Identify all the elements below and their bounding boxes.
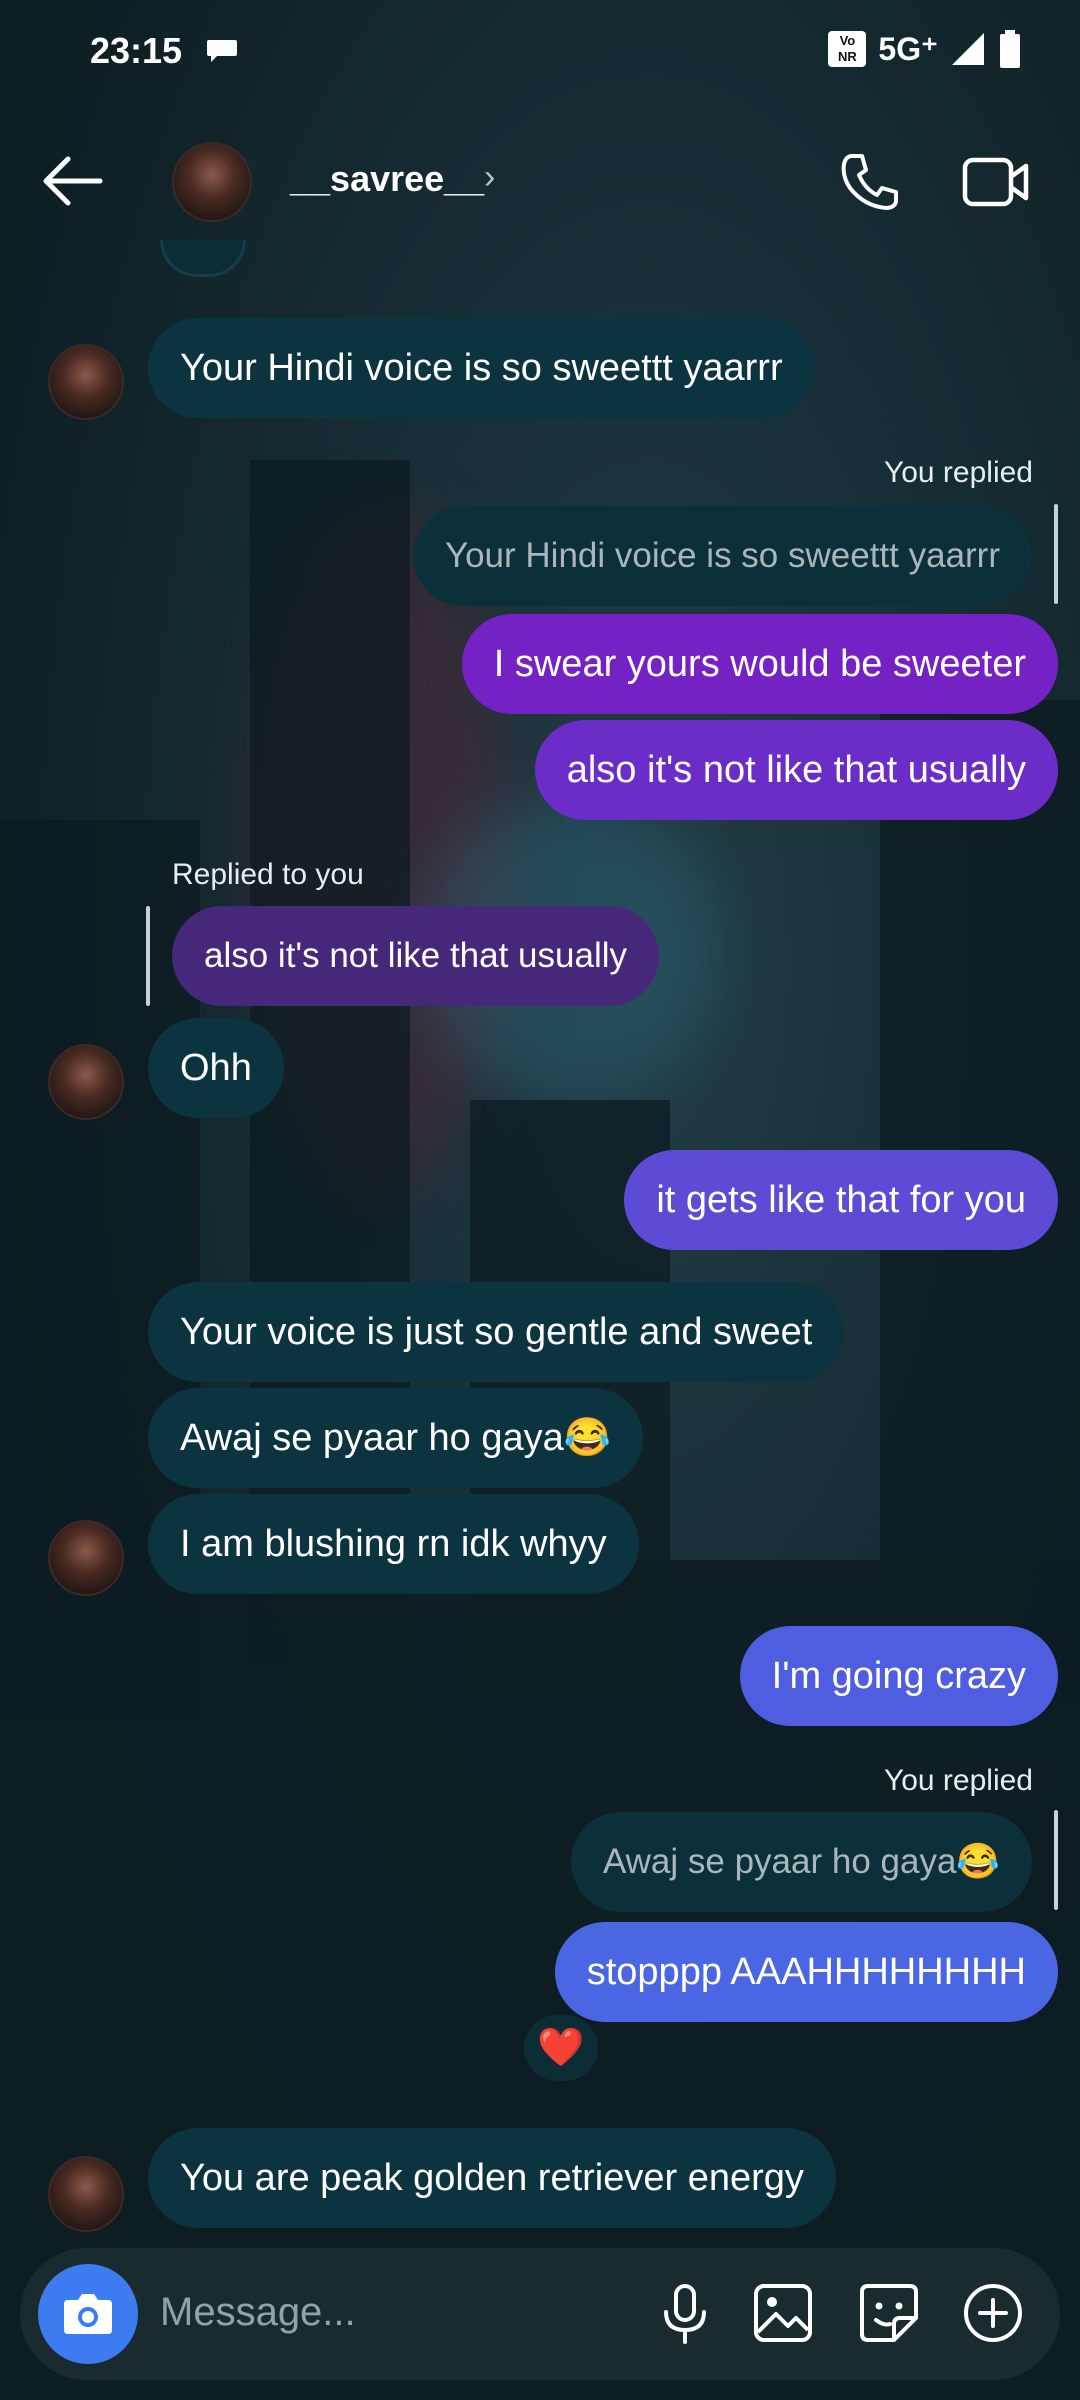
quote-bar (1054, 1810, 1058, 1910)
quote-bar (1054, 504, 1058, 604)
reply-context-label: You replied (883, 456, 1033, 489)
reply-context-label: Replied to you (172, 858, 364, 891)
plus-circle-icon[interactable] (958, 2278, 1028, 2348)
outgoing-message[interactable]: I swear yours would be sweeter (461, 614, 1058, 714)
heart-reaction[interactable]: ❤️ (524, 2015, 598, 2081)
vonr-badge: Vo NR (828, 31, 867, 67)
chat-header: __savree__ › (0, 106, 1080, 256)
camera-button[interactable] (38, 2264, 138, 2364)
chevron-right-icon[interactable]: › (484, 158, 495, 197)
sticker-icon[interactable] (854, 2278, 924, 2348)
outgoing-message[interactable]: stopppp AAAHHHHHHHH (554, 1922, 1058, 2022)
incoming-message[interactable]: I am blushing rn idk whyy (148, 1494, 639, 1594)
header-avatar[interactable] (172, 142, 252, 222)
quoted-message[interactable]: also it's not like that usually (172, 906, 660, 1006)
incoming-message[interactable]: Your Hindi voice is so sweettt yaarrr (148, 318, 815, 418)
message-input[interactable]: Message... (160, 2290, 356, 2335)
quoted-message[interactable]: Awaj se pyaar ho gaya😂 (570, 1812, 1032, 1912)
signal-icon (952, 33, 984, 65)
message-composer: Message... (20, 2248, 1060, 2380)
status-time: 23:15 (90, 30, 183, 71)
back-arrow-icon[interactable] (38, 151, 104, 211)
incoming-message[interactable]: Ohh (148, 1018, 284, 1118)
sender-avatar[interactable] (48, 1520, 124, 1596)
chat-notification-icon (207, 40, 237, 62)
camera-icon (64, 2294, 112, 2334)
incoming-message[interactable]: You are peak golden retriever energy (148, 2128, 836, 2228)
sender-avatar[interactable] (48, 344, 124, 420)
sender-avatar[interactable] (48, 2156, 124, 2232)
contact-username[interactable]: __savree__ (290, 158, 484, 200)
sender-avatar[interactable] (48, 1044, 124, 1120)
phone-icon[interactable] (838, 150, 902, 214)
video-camera-icon[interactable] (962, 154, 1030, 210)
outgoing-message[interactable]: it gets like that for you (624, 1150, 1058, 1250)
status-bar: 23:15 Vo NR 5G⁺ (0, 0, 1080, 106)
quoted-message[interactable]: Your Hindi voice is so sweettt yaarrr (412, 506, 1032, 606)
battery-icon (1000, 30, 1020, 68)
outgoing-message[interactable]: also it's not like that usually (534, 720, 1058, 820)
gallery-icon[interactable] (748, 2278, 818, 2348)
quote-bar (146, 906, 150, 1006)
incoming-message[interactable]: Awaj se pyaar ho gaya😂 (148, 1388, 644, 1488)
microphone-icon[interactable] (650, 2278, 720, 2348)
reply-context-label: You replied (883, 1764, 1033, 1797)
incoming-message[interactable]: Your voice is just so gentle and sweet (148, 1282, 845, 1382)
outgoing-message[interactable]: I'm going crazy (739, 1626, 1058, 1726)
network-type: 5G⁺ (878, 31, 938, 67)
